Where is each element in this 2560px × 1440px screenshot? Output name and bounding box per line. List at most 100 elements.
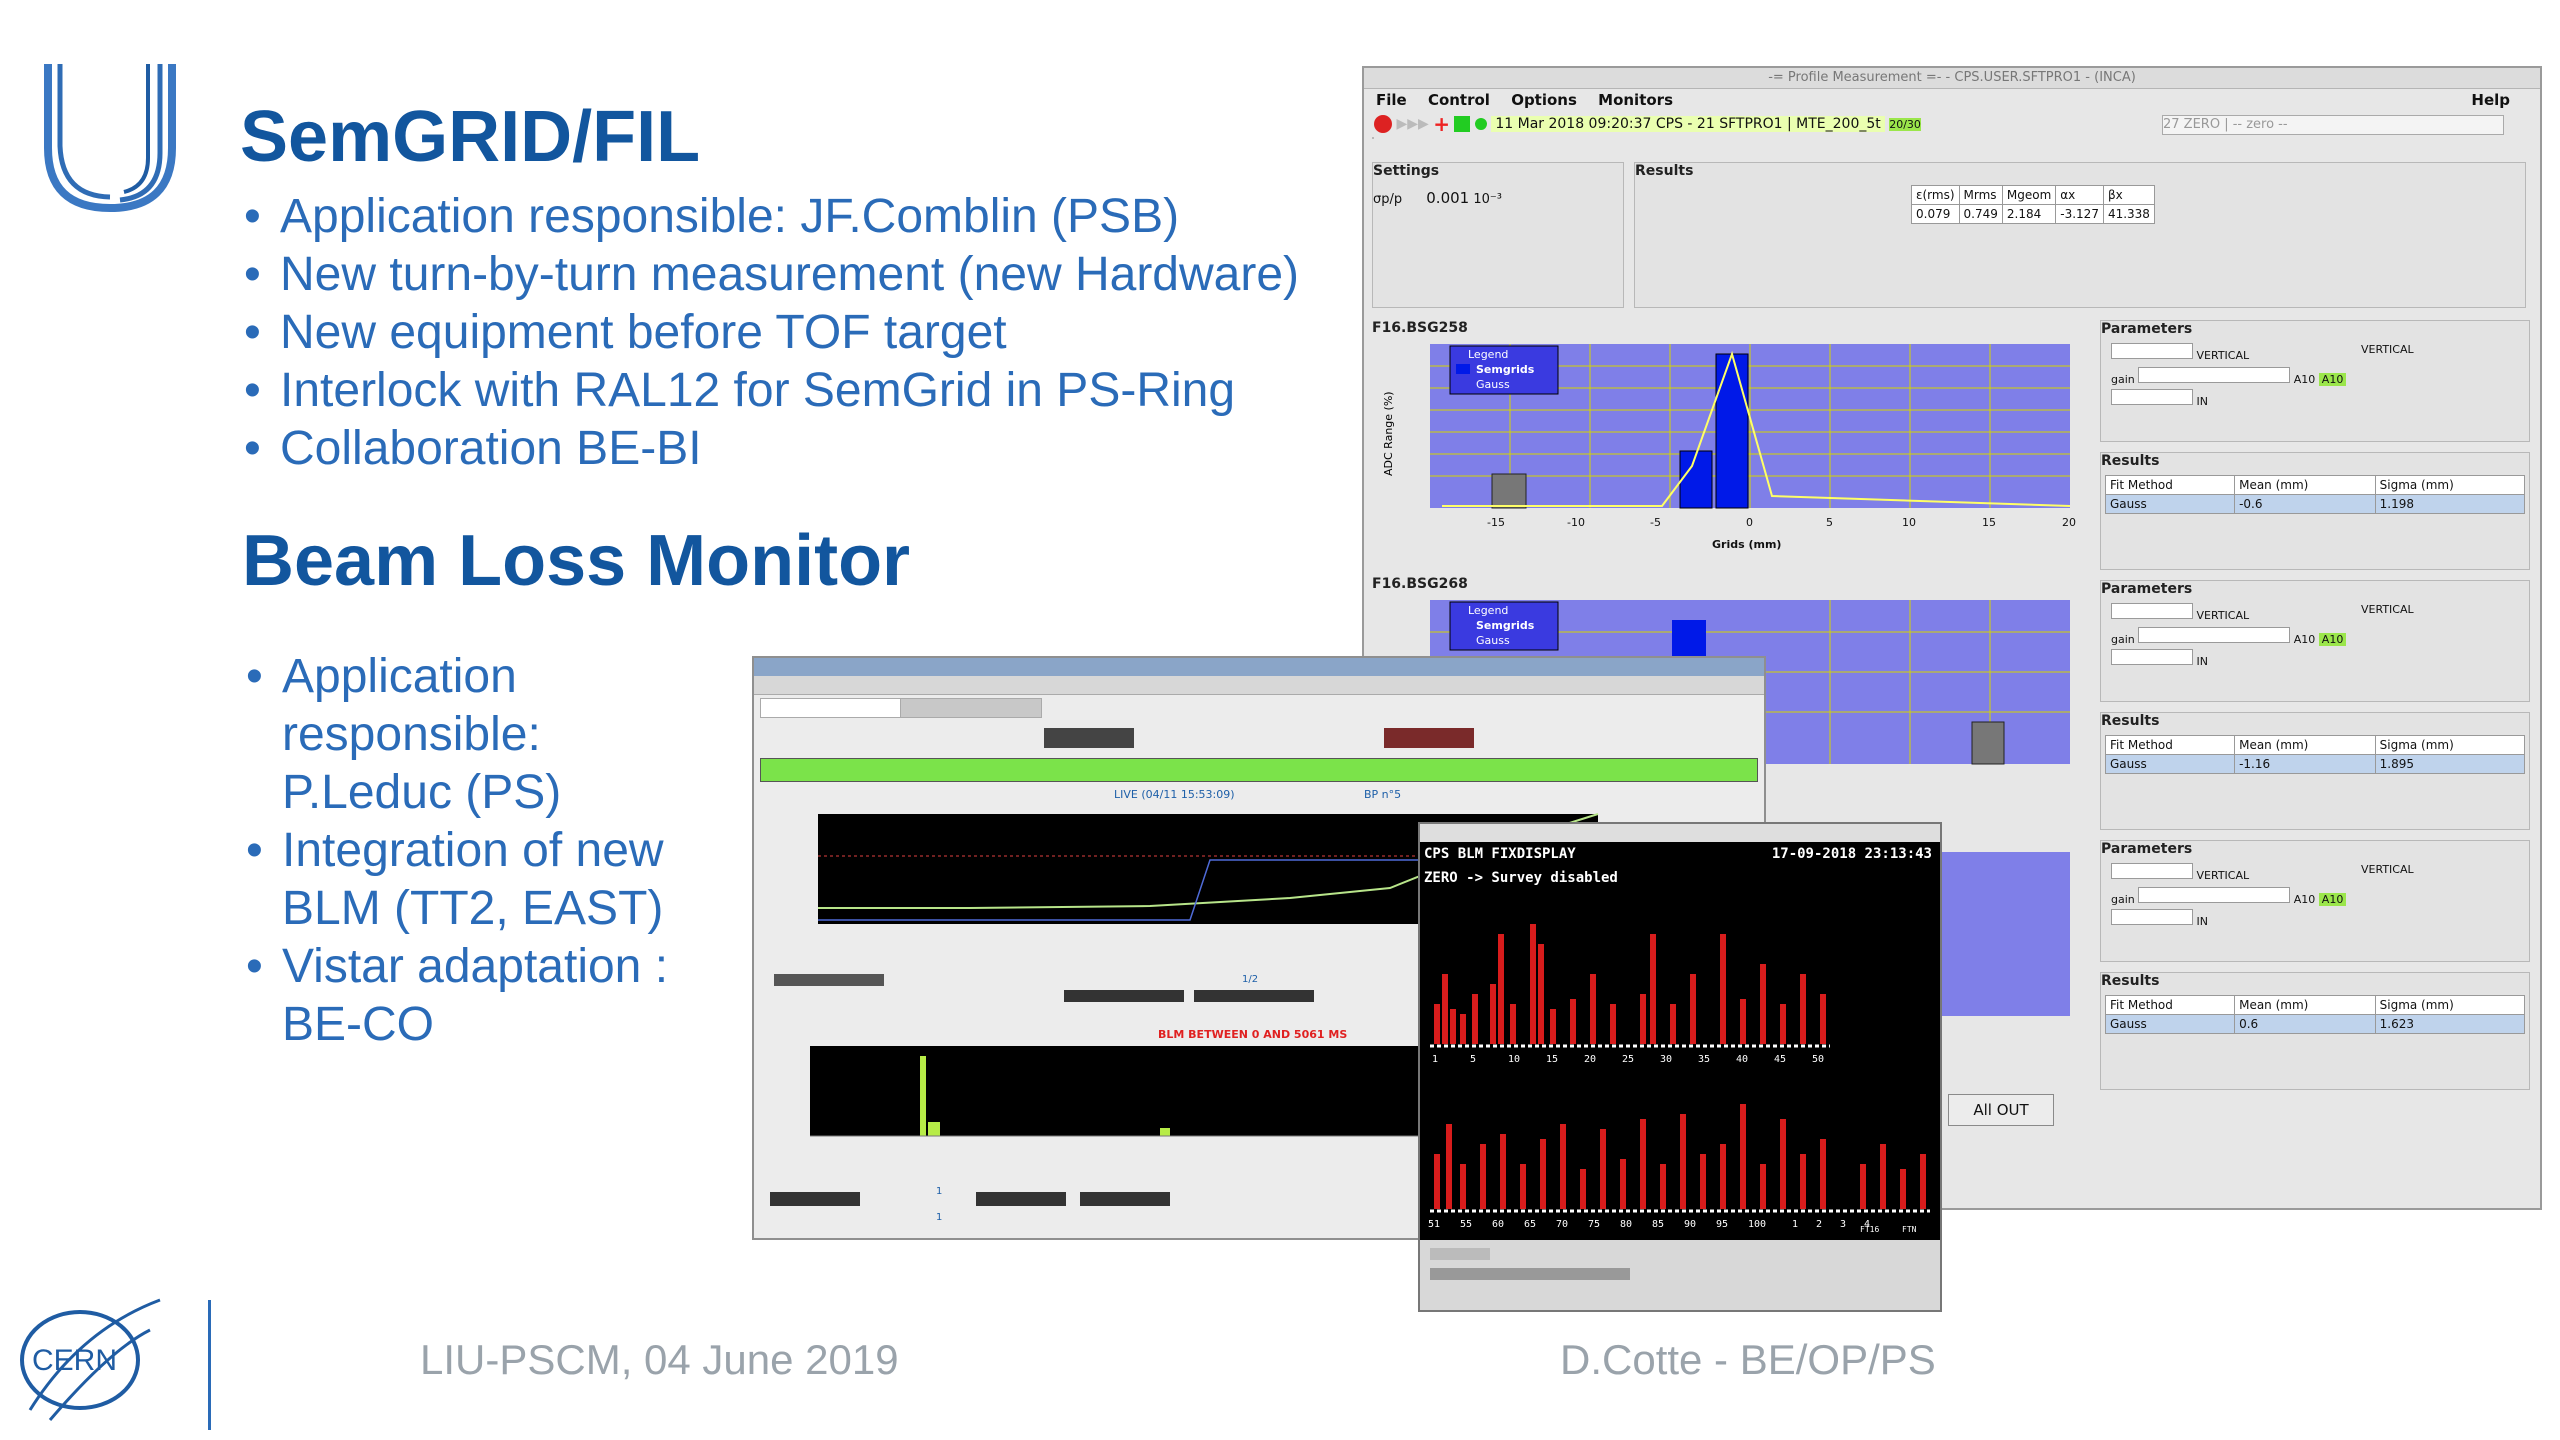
blm-button[interactable] [1044,728,1134,748]
svg-text:2: 2 [1816,1219,1822,1230]
stop-icon[interactable] [1374,115,1392,133]
results-panel: Results Fit Method Mean (mm) Sigma (mm) Ga… [2100,452,2530,570]
svg-text:40: 40 [1736,1054,1748,1065]
svg-text:100: 100 [1748,1219,1766,1230]
fix-player-controls [1420,1240,1940,1310]
monitor-side-panels: Parameters VERTICAL VERTICAL gain A10 A1… [2100,320,2530,1090]
results-top-panel: Results ε(rms) Mrms Mgeom αx βx 0.079 0.… [1634,162,2526,308]
fix-title: CPS BLM FIXDISPLAY [1424,846,1576,862]
player-button[interactable] [1430,1248,1490,1260]
menu-options[interactable]: Options [1511,91,1577,109]
blm-button[interactable] [774,974,884,986]
blm-tab[interactable] [900,698,1042,718]
monitor-name: F16.BSG258 [1372,320,1468,336]
svg-text:3: 3 [1840,1219,1846,1230]
blm-field-value[interactable]: 1 [936,1186,942,1197]
add-icon[interactable]: + [1433,112,1450,136]
parameters-panel: Parameters VERTICAL VERTICAL gain A10 A1… [2100,580,2530,702]
x-axis-label: Grids (mm) [1712,538,1781,551]
footer-event: LIU-PSCM, 04 June 2019 [420,1336,899,1383]
svg-text:5: 5 [1470,1054,1476,1065]
menu-monitors[interactable]: Monitors [1598,91,1673,109]
svg-text:80: 80 [1620,1219,1632,1230]
svg-text:Semgrids: Semgrids [1476,619,1535,632]
blm-bullet: Integration of new BLM (TT2, EAST) [242,822,762,938]
gain-select[interactable] [2138,367,2291,383]
toolbar: ▶▶▶ + 11 Mar 2018 09:20:37 CPS - 21 SFTP… [1364,111,2540,137]
blm-button[interactable] [1080,1192,1170,1206]
menu-help[interactable]: Help [2471,89,2510,111]
in-select[interactable] [2111,389,2193,405]
semgrid-bullet: New turn-by-turn measurement (new Hardwa… [240,246,1360,304]
svg-text:CERN: CERN [32,1344,117,1377]
blm-tab[interactable] [760,698,902,718]
x-tick: -5 [1650,516,1661,529]
cern-logo: CERN [20,1298,161,1421]
legend-gauss: Gauss [1476,378,1510,391]
cycle-status: 11 Mar 2018 09:20:37 CPS - 21 SFTPRO1 | … [1491,116,1885,132]
profile-chart-1: Legend Semgrids Gauss ADC Range (%) -15 … [1382,344,2076,551]
footer-divider [208,1300,211,1430]
player-controls[interactable] [1430,1268,1630,1280]
blm-bullets: Application responsible: P.Leduc (PS) In… [242,648,762,1054]
blm-button[interactable] [1194,990,1314,1002]
legend-title: Legend [1468,348,1508,361]
menu-control[interactable]: Control [1428,91,1490,109]
y-axis-label: ADC Range (%) [1382,391,1395,476]
results-table: ε(rms) Mrms Mgeom αx βx 0.079 0.749 2.18… [1911,185,2155,224]
blm-button[interactable] [770,1192,860,1206]
plane-select[interactable] [2111,343,2193,359]
blm-status-bar [760,758,1758,782]
svg-text:75: 75 [1588,1219,1600,1230]
parameters-panel: Parameters VERTICAL VERTICAL gain A10 A1… [2100,320,2530,442]
blm-title: Beam Loss Monitor [242,521,911,601]
svg-text:60: 60 [1492,1219,1504,1230]
blm-bullet: Vistar adaptation : BE-CO [242,938,762,1054]
blm-button[interactable] [1064,990,1184,1002]
semgrid-bullet: Interlock with RAL12 for SemGrid in PS-R… [240,362,1360,420]
semgrid-title: SemGRID/FIL [240,97,701,177]
blm-bullet: Application responsible: P.Leduc (PS) [242,648,762,822]
fit-results-table: Fit Method Mean (mm) Sigma (mm) Gauss -0.6 1… [2104,475,2526,514]
menu-file[interactable]: File [1376,91,1407,109]
svg-text:65: 65 [1524,1219,1536,1230]
x-tick: -15 [1487,516,1505,529]
svg-text:FTN: FTN [1902,1225,1917,1234]
results-panel: Results Fit Method Mean (mm) Sigma (mm) Ga… [2100,712,2530,830]
liu-logo-icon [44,64,176,213]
svg-text:35: 35 [1698,1054,1710,1065]
x-tick: 20 [2062,516,2076,529]
blm-button[interactable] [976,1192,1066,1206]
semgrid-bullets: Application responsible: JF.Comblin (PSB… [240,188,1360,478]
svg-text:10: 10 [1508,1054,1520,1065]
fix-bar-charts: 1 5 10 15 20 25 30 35 40 45 50 51 55 60 … [1428,924,1930,1234]
fix-title-bar [1420,824,1940,842]
fix-datetime: 17-09-2018 23:13:43 [1771,846,1932,862]
footer-author: D.Cotte - BE/OP/PS [1560,1336,1936,1383]
blm-live-label: LIVE (04/11 15:53:09) [1114,788,1235,801]
blm-menu-bar [754,676,1764,695]
blm-range-label: BLM BETWEEN 0 AND 5061 MS [1158,1028,1348,1041]
blm-button[interactable] [1384,728,1474,748]
svg-text:1: 1 [1432,1054,1438,1065]
zero-field[interactable]: 27 ZERO | -- zero -- [2162,115,2504,135]
svg-text:51: 51 [1428,1219,1440,1230]
status-led-icon [1474,118,1487,130]
dp-value[interactable]: 0.001 [1426,189,1469,207]
results-panel: Results Fit Method Mean (mm) Sigma (mm) Ga… [2100,972,2530,1090]
all-out-button[interactable]: All OUT [1948,1094,2054,1126]
legend-semgrids: Semgrids [1476,363,1535,376]
x-tick: 15 [1982,516,1996,529]
fix-status: ZERO -> Survey disabled [1424,870,1618,886]
svg-text:Legend: Legend [1468,604,1508,617]
svg-text:FT16: FT16 [1860,1225,1879,1234]
play-icon[interactable]: ▶▶▶ [1396,116,1428,132]
svg-text:90: 90 [1684,1219,1696,1230]
monitor-name: F16.BSG268 [1372,576,1468,592]
svg-text:20: 20 [1584,1054,1596,1065]
blm-field-value[interactable]: 1 [936,1212,942,1223]
svg-text:55: 55 [1460,1219,1472,1230]
monitor-plot-1: F16.BSG258 Legend Semgrids Gauss ADC Ran… [1372,320,2092,570]
results-label: Results [1635,163,1694,179]
svg-text:Gauss: Gauss [1476,634,1510,647]
